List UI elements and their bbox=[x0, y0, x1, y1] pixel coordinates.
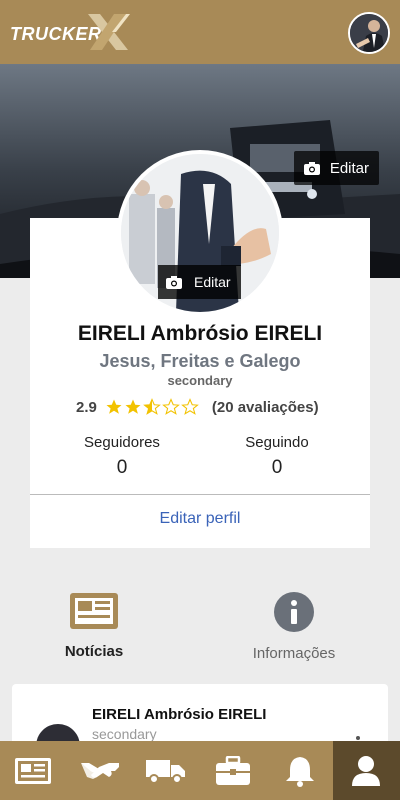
rating-value: 2.9 bbox=[76, 398, 97, 416]
nav-freight[interactable] bbox=[133, 741, 200, 800]
followers-stat[interactable]: Seguidores 0 bbox=[62, 434, 182, 479]
tab-info[interactable]: Informações bbox=[224, 592, 364, 662]
profile-name: EIRELI Ambrósio EIRELI bbox=[77, 322, 323, 345]
rating-count[interactable]: (20 avaliações) bbox=[212, 399, 319, 416]
card-divider bbox=[30, 494, 370, 495]
user-icon bbox=[352, 755, 381, 786]
edit-avatar-button[interactable]: Editar bbox=[158, 265, 241, 299]
rating-row: 2.9 (20 avaliações) bbox=[76, 398, 319, 416]
edit-cover-label: Editar bbox=[329, 159, 369, 177]
trucker-logo[interactable]: TRUCKER bbox=[10, 14, 130, 50]
nav-jobs[interactable] bbox=[200, 741, 267, 800]
edit-profile-link[interactable]: Editar perfil bbox=[30, 510, 370, 528]
nav-news[interactable] bbox=[0, 741, 67, 800]
handshake-icon bbox=[80, 762, 119, 779]
profile-company: Jesus, Freitas e Galego bbox=[99, 351, 301, 371]
truck-icon bbox=[146, 759, 186, 784]
followers-value: 0 bbox=[116, 457, 128, 478]
post-more-icon[interactable] bbox=[356, 736, 360, 740]
post-author-role: secondary bbox=[92, 726, 157, 742]
followers-label: Seguidores bbox=[84, 434, 160, 451]
star-full-icon bbox=[125, 399, 141, 414]
header-avatar[interactable] bbox=[348, 12, 390, 54]
info-icon bbox=[274, 592, 314, 632]
nav-notifications[interactable] bbox=[266, 741, 333, 800]
star-empty-icon bbox=[181, 398, 199, 415]
nav-deals[interactable] bbox=[67, 741, 134, 800]
post-author-name[interactable]: EIRELI Ambrósio EIRELI bbox=[92, 706, 266, 723]
nav-profile[interactable] bbox=[332, 741, 400, 800]
following-value: 0 bbox=[271, 457, 283, 478]
star-half-icon bbox=[143, 398, 161, 415]
edit-avatar-label: Editar bbox=[194, 274, 231, 290]
bottom-nav bbox=[0, 741, 400, 800]
rating-stars bbox=[105, 398, 200, 416]
camera-icon bbox=[303, 161, 320, 175]
tab-news[interactable]: Notícias bbox=[24, 592, 164, 660]
newspaper-icon bbox=[15, 757, 52, 784]
star-full-icon bbox=[106, 399, 122, 414]
camera-icon bbox=[166, 275, 182, 289]
bell-icon bbox=[285, 756, 314, 787]
following-label: Seguindo bbox=[245, 434, 309, 451]
profile-role: secondary bbox=[167, 373, 233, 388]
briefcase-icon bbox=[216, 755, 251, 785]
tab-news-label: Notícias bbox=[64, 643, 124, 660]
app-header: TRUCKER bbox=[0, 0, 400, 64]
tab-info-label: Informações bbox=[252, 645, 336, 662]
avatar-photo-icon bbox=[350, 14, 388, 52]
edit-cover-button[interactable]: Editar bbox=[293, 151, 379, 185]
logo-x-mark bbox=[88, 14, 130, 50]
following-stat[interactable]: Seguindo 0 bbox=[217, 434, 337, 479]
star-empty-icon bbox=[162, 398, 180, 415]
newspaper-icon bbox=[70, 593, 118, 629]
